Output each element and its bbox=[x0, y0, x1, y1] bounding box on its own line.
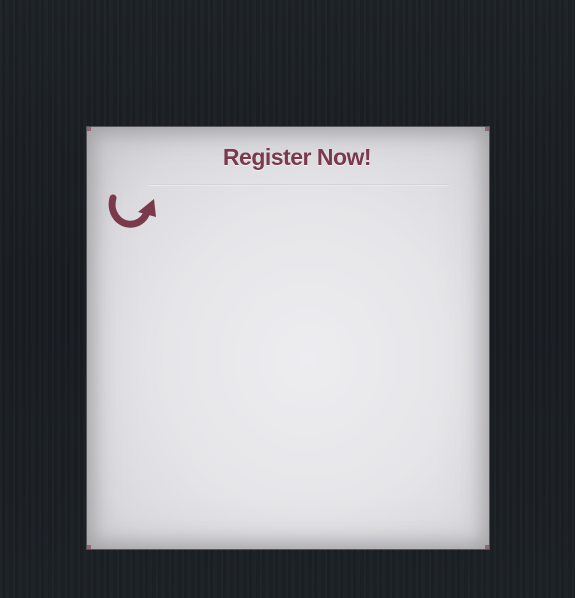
corner-accent bbox=[485, 545, 489, 549]
corner-accent bbox=[485, 127, 489, 131]
corner-accent bbox=[87, 545, 91, 549]
register-title: Register Now! bbox=[222, 144, 372, 170]
registration-panel: Register Now! bbox=[87, 127, 489, 549]
title-divider bbox=[149, 184, 449, 186]
corner-accent bbox=[87, 127, 91, 131]
curved-arrow-icon bbox=[107, 190, 157, 230]
